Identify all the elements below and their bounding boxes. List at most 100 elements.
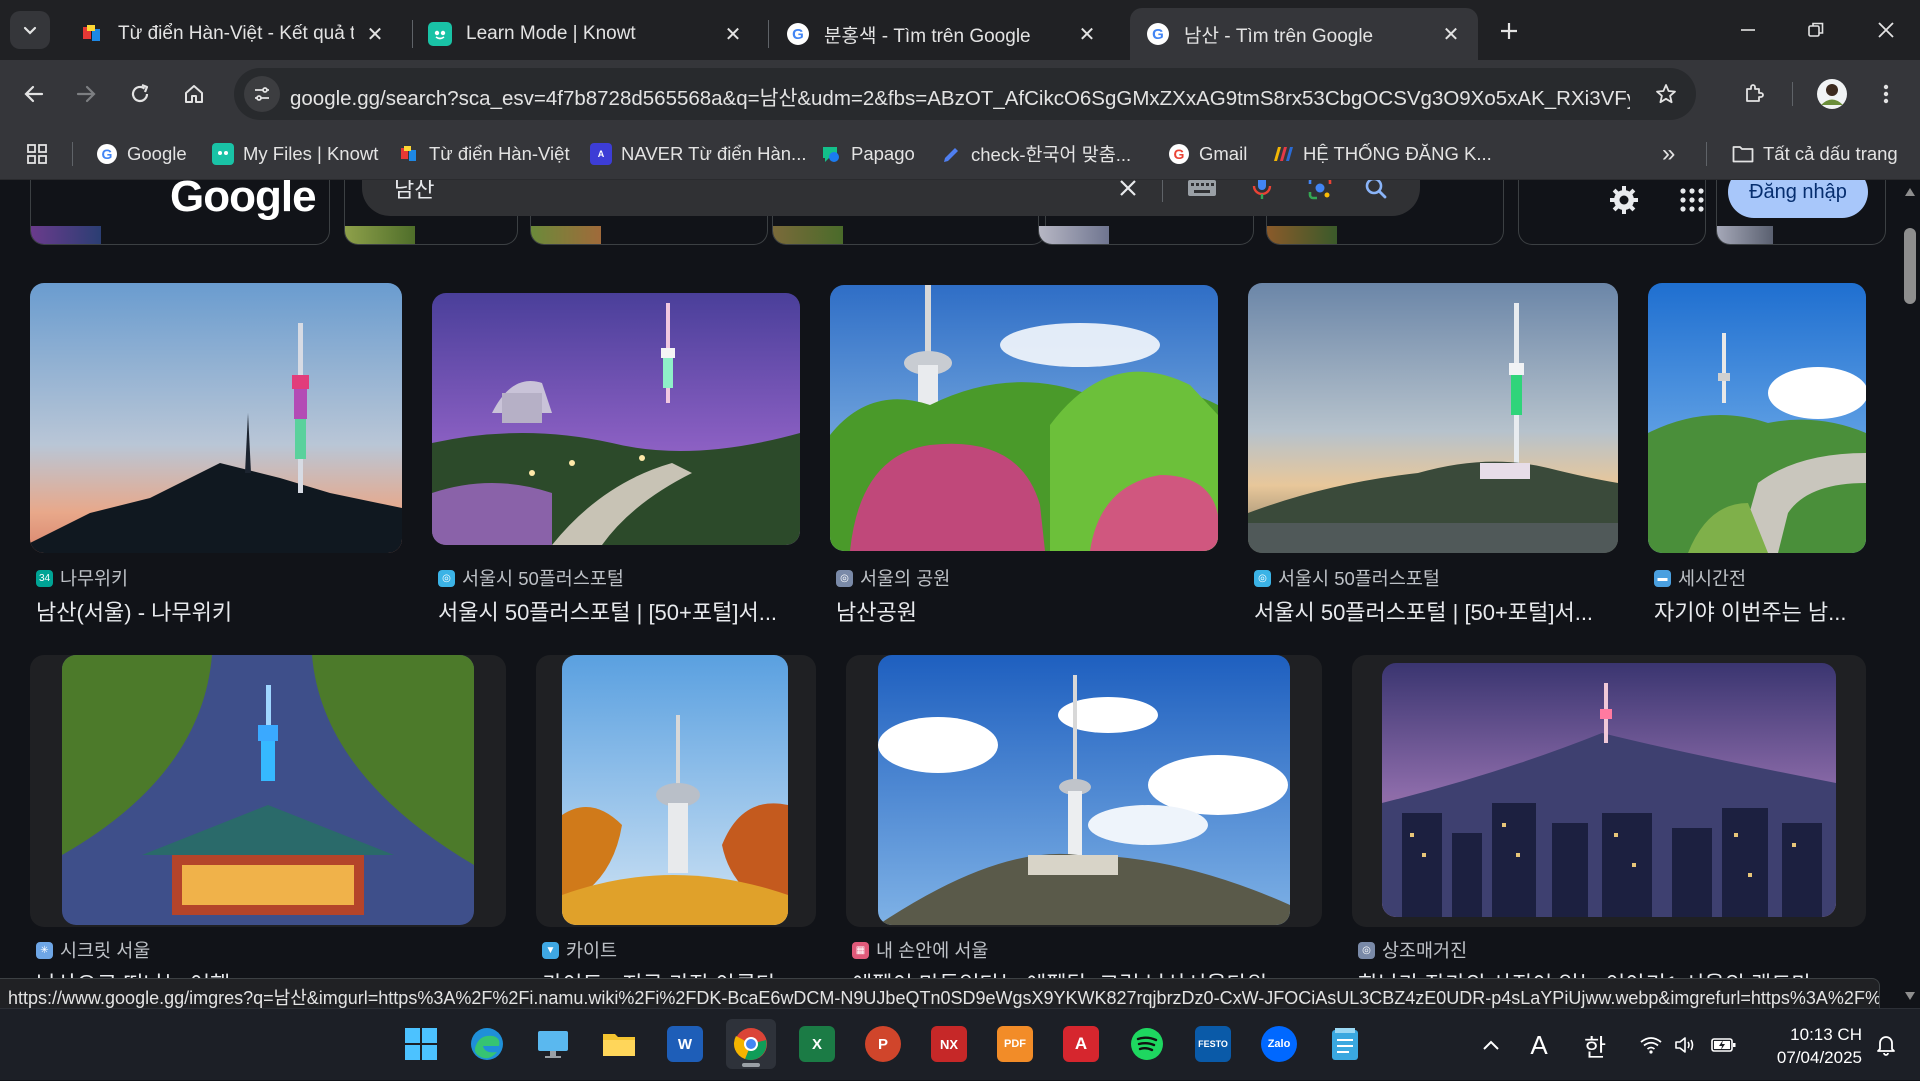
bookmark-star-button[interactable] [1652, 80, 1680, 108]
result-source[interactable]: ✳ 시크릿 서울 [36, 937, 150, 963]
result-source[interactable]: ▦ 내 손안에 서울 [852, 937, 988, 963]
google-apps-button[interactable] [1672, 180, 1712, 220]
back-button[interactable] [12, 72, 56, 116]
tab-tudien[interactable]: Từ điển Hàn-Việt - Kết quả tìm ✕ [64, 8, 402, 60]
bookmark-registration[interactable]: HỆ THỐNG ĐĂNG K... [1272, 138, 1492, 170]
restore-button[interactable] [1788, 8, 1844, 52]
show-hidden-icons-button[interactable] [1474, 1009, 1508, 1081]
result-source[interactable]: ▬ 세시간전 [1654, 565, 1746, 591]
result-source[interactable]: ◎ 상조매거진 [1358, 937, 1467, 963]
close-window-button[interactable] [1858, 8, 1914, 52]
taskbar-app[interactable]: FESTO [1188, 1019, 1238, 1069]
forward-button[interactable] [64, 72, 108, 116]
taskbar-app-chrome[interactable] [726, 1019, 776, 1069]
taskbar-app[interactable]: W [660, 1019, 710, 1069]
scroll-down-arrow[interactable] [1904, 990, 1916, 1002]
result-image-fortress-wall[interactable] [1648, 283, 1866, 553]
taskbar-app[interactable]: PDF [990, 1019, 1040, 1069]
battery-button[interactable] [1708, 1009, 1740, 1081]
taskbar-app[interactable]: NX [924, 1019, 974, 1069]
result-title[interactable]: 서울시 50플러스포털 | [50+포털]서... [438, 595, 798, 627]
tab-namsan-search[interactable]: G 남산 - Tìm trên Google ✕ [1130, 8, 1478, 60]
page-scrollbar[interactable] [1900, 180, 1920, 1006]
scrollbar-thumb[interactable] [1904, 228, 1916, 304]
image-result[interactable]: ◎ 서울의 공원 남산공원 [830, 283, 1218, 625]
result-title[interactable]: 남산(서울) - 나무위키 [36, 595, 396, 627]
search-button[interactable] [1354, 180, 1398, 216]
menu-button[interactable] [1864, 72, 1908, 116]
taskbar-app[interactable]: A [1056, 1019, 1106, 1069]
result-title[interactable]: 서울시 50플러스포털 | [50+포털]서... [1254, 595, 1616, 627]
taskbar-app[interactable] [1320, 1019, 1370, 1069]
bookmark-google[interactable]: G Google [96, 138, 187, 170]
image-result[interactable]: ◎상조매거진 한남가 잠가의 사진이 있는 이야기1 서울의 랜드마 [1352, 655, 1866, 980]
taskbar-app[interactable] [1122, 1019, 1172, 1069]
start-button[interactable] [396, 1019, 446, 1069]
result-title[interactable]: 남산공원 [836, 595, 1216, 627]
image-result[interactable]: ▬ 세시간전 자기야 이번주는 남... [1648, 283, 1866, 625]
profile-button[interactable] [1810, 72, 1854, 116]
taskbar-app[interactable] [528, 1019, 578, 1069]
minimize-button[interactable] [1720, 8, 1776, 52]
sign-in-button[interactable]: Đăng nhập [1728, 180, 1868, 218]
image-result[interactable]: ◎ 서울시 50플러스포털 서울시 50플러스포털 | [50+포털]서... [432, 283, 800, 625]
notifications-button[interactable] [1866, 1009, 1906, 1081]
result-image-namsan-tower-dusk[interactable] [30, 283, 402, 553]
result-source[interactable]: ◎ 서울의 공원 [836, 565, 950, 591]
result-image-namsan-park-night[interactable] [432, 293, 800, 545]
image-result[interactable]: ✳시크릿 서울 남산으로 떠나는 여행 [30, 655, 506, 980]
reload-button[interactable] [118, 72, 162, 116]
all-bookmarks-button[interactable]: Tất cả dấu trang [1732, 138, 1898, 170]
bookmark-gmail[interactable]: G Gmail [1168, 138, 1247, 170]
language-indicator[interactable]: 한 [1578, 1009, 1612, 1081]
result-image-love-locks[interactable] [830, 285, 1218, 551]
scroll-up-arrow[interactable] [1904, 186, 1916, 198]
network-button[interactable] [1636, 1009, 1666, 1081]
taskbar-app[interactable] [594, 1019, 644, 1069]
extensions-button[interactable] [1732, 72, 1776, 116]
google-logo[interactable]: Google [170, 180, 317, 222]
image-result[interactable]: ▦내 손안에 서울 에펠이 만들었다는 에펠탑, 그럼 남산서울타워 [846, 655, 1322, 980]
image-result[interactable]: ◎ 서울시 50플러스포털 서울시 50플러스포털 | [50+포털]서... [1248, 283, 1618, 625]
close-icon[interactable]: ✕ [720, 21, 746, 47]
url-text[interactable]: google.gg/search?sca_esv=4f7b8728d565568… [290, 81, 1630, 111]
lens-search-button[interactable] [1296, 180, 1344, 216]
search-box[interactable]: 남산 [362, 180, 1420, 216]
clear-search-button[interactable] [1108, 180, 1148, 216]
close-icon[interactable]: ✕ [1438, 21, 1464, 47]
new-tab-button[interactable] [1492, 14, 1526, 48]
image-result[interactable]: ▼카이트 카이트 - 지금 가장 아름다 [536, 655, 816, 980]
tab-search-button[interactable] [10, 11, 50, 49]
tab-pink-search[interactable]: G 분홍색 - Tìm trên Google ✕ [770, 8, 1114, 60]
search-input[interactable]: 남산 [394, 180, 434, 204]
result-title[interactable]: 자기야 이번주는 남... [1654, 595, 1866, 627]
bookmark-papago[interactable]: Papago [820, 138, 915, 170]
keyboard-button[interactable] [1180, 180, 1224, 216]
apps-button[interactable] [26, 138, 48, 170]
bookmark-check-korean[interactable]: check-한국어 맞춤... [940, 138, 1131, 170]
volume-button[interactable] [1670, 1009, 1700, 1081]
site-info-button[interactable] [244, 76, 280, 112]
bookmark-tudien[interactable]: Từ điển Hàn-Việt [398, 138, 570, 170]
taskbar-app[interactable]: P [858, 1019, 908, 1069]
address-bar[interactable]: google.gg/search?sca_esv=4f7b8728d565568… [234, 68, 1696, 120]
taskbar-app[interactable]: X [792, 1019, 842, 1069]
result-image-autumn-tower[interactable] [562, 655, 788, 925]
voice-search-button[interactable] [1240, 180, 1284, 216]
bookmark-knowt[interactable]: My Files | Knowt [212, 138, 378, 170]
bookmark-naver[interactable]: A NAVER Từ điển Hàn... [590, 138, 806, 170]
settings-button[interactable] [1604, 180, 1644, 220]
result-source[interactable]: ◎ 서울시 50플러스포털 [438, 565, 624, 591]
tab-knowt[interactable]: Learn Mode | Knowt ✕ [412, 8, 760, 60]
result-image-tower-clouds[interactable] [878, 655, 1290, 925]
system-clock[interactable]: 10:13 CH 07/04/2025 [1752, 1023, 1862, 1069]
taskbar-app[interactable]: Zalo [1254, 1019, 1304, 1069]
image-result[interactable]: 34 나무위키 남산(서울) - 나무위키 [30, 283, 402, 625]
result-source[interactable]: ◎ 서울시 50플러스포털 [1254, 565, 1440, 591]
home-button[interactable] [172, 72, 216, 116]
close-icon[interactable]: ✕ [362, 21, 388, 47]
input-mode-indicator[interactable]: A [1522, 1009, 1556, 1081]
bookmarks-overflow-button[interactable]: » [1662, 138, 1675, 170]
result-image-pavilion-tower[interactable] [62, 655, 474, 925]
close-icon[interactable]: ✕ [1074, 21, 1100, 47]
